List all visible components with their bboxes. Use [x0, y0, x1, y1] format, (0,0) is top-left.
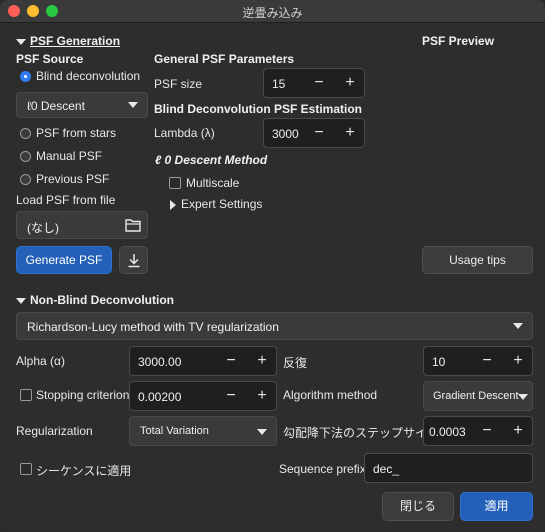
step-size-spinner[interactable]: 0.0003 − + — [423, 416, 533, 446]
triangle-down-icon — [16, 38, 26, 45]
apply-sequence-checkbox[interactable] — [20, 463, 32, 475]
psf-size-increment[interactable]: + — [341, 74, 359, 92]
algorithm-method-label: Algorithm method — [283, 388, 378, 402]
title-bar: 逆畳み込み — [0, 0, 545, 23]
alpha-increment[interactable]: + — [253, 352, 271, 370]
generate-psf-button[interactable]: Generate PSF — [16, 246, 112, 274]
lambda-increment[interactable]: + — [341, 124, 359, 142]
regularization-value: Total Variation — [140, 425, 209, 437]
stopping-criterion-decrement[interactable]: − — [222, 387, 240, 405]
chevron-down-icon — [518, 394, 528, 400]
alpha-spinner[interactable]: 3000.00 − + — [129, 346, 277, 376]
lambda-label: Lambda (λ) — [154, 126, 215, 140]
l0-method-header: ℓ 0 Descent Method — [155, 153, 268, 167]
stopping-criterion-value: 0.00200 — [138, 390, 182, 404]
psf-size-spinner[interactable]: 15 − + — [263, 68, 365, 98]
multiscale-label: Multiscale — [186, 176, 240, 190]
non-blind-title: Non-Blind Deconvolution — [30, 293, 174, 307]
folder-icon[interactable] — [125, 218, 141, 232]
psf-file-value: (なし) — [27, 221, 59, 235]
manual-psf-radio[interactable] — [20, 151, 31, 162]
psf-size-decrement[interactable]: − — [310, 74, 328, 92]
iterations-label: 反復 — [283, 356, 308, 370]
non-blind-expander[interactable]: Non-Blind Deconvolution — [16, 293, 174, 307]
lambda-decrement[interactable]: − — [310, 124, 328, 142]
psf-from-stars-label: PSF from stars — [36, 126, 117, 140]
expert-settings-expander[interactable]: Expert Settings — [170, 197, 262, 211]
psf-size-label: PSF size — [154, 77, 203, 91]
chevron-down-icon — [257, 429, 267, 435]
manual-psf-label: Manual PSF — [36, 149, 103, 163]
algorithm-method-value: Gradient Descent — [433, 390, 519, 402]
chevron-down-icon — [513, 323, 523, 329]
deconvolution-method-value: Richardson-Lucy method with TV regulariz… — [27, 320, 279, 334]
chevron-down-icon — [128, 102, 138, 108]
step-size-label: 勾配降下法のステップサイズ — [283, 426, 439, 440]
algorithm-method-dropdown[interactable]: Gradient Descent — [423, 381, 533, 411]
lambda-value: 3000 — [272, 127, 299, 141]
step-size-increment[interactable]: + — [509, 422, 527, 440]
stopping-criterion-label: Stopping criterion — [36, 388, 130, 402]
triangle-right-icon — [170, 199, 176, 210]
sequence-prefix-label: Sequence prefix: — [279, 462, 370, 476]
psf-generation-expander[interactable]: PSF Generation — [16, 34, 120, 48]
psf-size-value: 15 — [272, 77, 286, 91]
stopping-criterion-spinner[interactable]: 0.00200 − + — [129, 381, 277, 411]
previous-psf-radio[interactable] — [20, 174, 31, 185]
lambda-spinner[interactable]: 3000 − + — [263, 118, 365, 148]
psf-from-stars-radio[interactable] — [20, 128, 31, 139]
sequence-prefix-value: dec_ — [373, 462, 400, 476]
deconvolution-window: 逆畳み込み PSF Generation PSF Source Blind de… — [0, 0, 545, 532]
alpha-decrement[interactable]: − — [222, 352, 240, 370]
alpha-value: 3000.00 — [138, 355, 182, 369]
deconvolution-method-dropdown[interactable]: Richardson-Lucy method with TV regulariz… — [16, 312, 533, 340]
blind-estimation-header: Blind Deconvolution PSF Estimation — [154, 102, 363, 116]
step-size-value: 0.0003 — [429, 425, 466, 439]
apply-button[interactable]: 適用 — [460, 492, 533, 521]
stopping-criterion-increment[interactable]: + — [253, 387, 271, 405]
psf-method-dropdown[interactable]: ℓ0 Descent — [16, 92, 148, 118]
psf-generation-title: PSF Generation — [30, 34, 121, 48]
stopping-criterion-checkbox[interactable] — [20, 389, 32, 401]
triangle-down-icon — [16, 297, 26, 304]
expert-settings-label: Expert Settings — [181, 197, 263, 211]
iterations-spinner[interactable]: 10 − + — [423, 346, 533, 376]
iterations-value: 10 — [432, 355, 446, 369]
psf-file-chooser[interactable]: (なし) — [16, 211, 148, 239]
close-button[interactable]: 閉じる — [382, 492, 454, 521]
save-psf-button[interactable] — [119, 246, 148, 274]
step-size-decrement[interactable]: − — [478, 422, 496, 440]
iterations-increment[interactable]: + — [509, 352, 527, 370]
psf-method-value: ℓ0 Descent — [27, 99, 85, 113]
load-psf-label: Load PSF from file — [16, 193, 116, 207]
download-icon — [128, 254, 140, 268]
blind-deconvolution-label: Blind deconvolution — [36, 69, 141, 83]
psf-preview-header: PSF Preview — [422, 34, 495, 48]
iterations-decrement[interactable]: − — [478, 352, 496, 370]
blind-deconvolution-radio[interactable] — [20, 71, 31, 82]
general-psf-header: General PSF Parameters — [154, 52, 295, 66]
usage-tips-button[interactable]: Usage tips — [422, 246, 533, 274]
window-title: 逆畳み込み — [242, 6, 303, 20]
sequence-prefix-input[interactable]: dec_ — [364, 453, 533, 483]
regularization-label: Regularization — [16, 424, 93, 438]
alpha-label: Alpha (α) — [16, 354, 65, 368]
previous-psf-label: Previous PSF — [36, 172, 110, 186]
regularization-dropdown[interactable]: Total Variation — [129, 416, 277, 446]
psf-source-header: PSF Source — [16, 52, 84, 66]
multiscale-checkbox[interactable] — [169, 177, 181, 189]
apply-sequence-label: シーケンスに適用 — [36, 464, 132, 478]
